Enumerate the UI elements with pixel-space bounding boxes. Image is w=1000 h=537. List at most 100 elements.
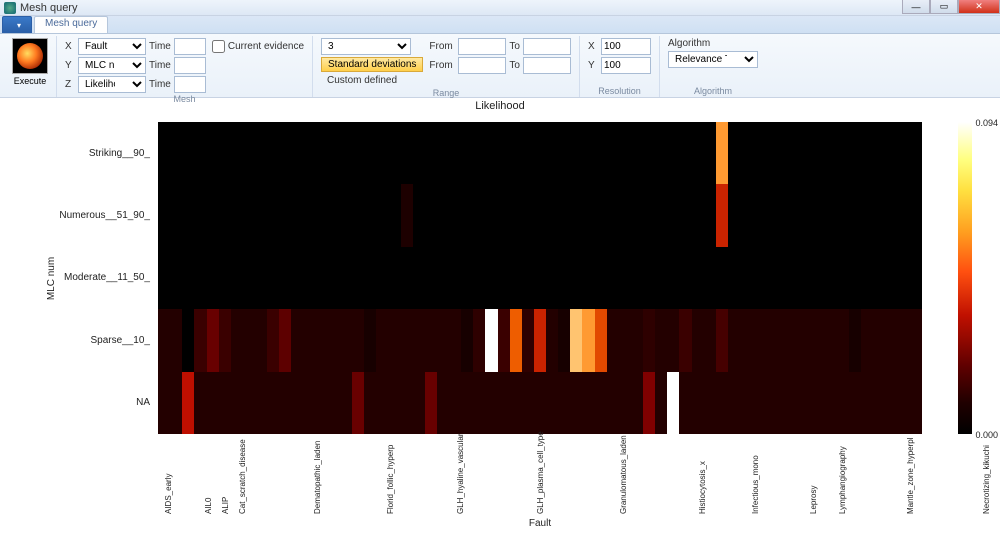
mesh-z-select[interactable]: Likelihood	[78, 76, 146, 93]
algorithm-select[interactable]: Relevance Tree	[668, 51, 758, 68]
heatmap-cell	[776, 184, 788, 246]
heatmap-cell	[643, 122, 655, 184]
heatmap-cell	[328, 309, 340, 371]
heatmap-cell	[825, 309, 837, 371]
y-tick: Numerous__51_90_	[0, 210, 156, 221]
x-tick: Infectious_mono	[751, 455, 760, 514]
x-tick: Florid_follic_hyperp	[386, 445, 395, 514]
heatmap-cell	[898, 122, 910, 184]
mesh-z-time-input[interactable]	[174, 76, 206, 93]
x-tick: Mantle_zone_hyperpl	[906, 438, 915, 515]
heatmap-cell	[267, 122, 279, 184]
heatmap-cell	[789, 372, 801, 434]
execute-label: Execute	[14, 76, 47, 86]
heatmap-cell	[849, 309, 861, 371]
heatmap-cell	[279, 309, 291, 371]
heatmap-cell	[304, 372, 316, 434]
heatmap-cell	[207, 122, 219, 184]
heatmap-cell	[304, 247, 316, 309]
heatmap-cell	[728, 247, 740, 309]
heatmap-cell	[158, 247, 170, 309]
heatmap-cell	[437, 184, 449, 246]
maximize-button[interactable]: ▭	[930, 0, 958, 14]
heatmap-cell	[813, 372, 825, 434]
heatmap-cell	[801, 122, 813, 184]
mesh-z-label: Z	[65, 79, 75, 90]
res-x-input[interactable]	[601, 38, 651, 55]
mesh-y-time-input[interactable]	[174, 57, 206, 74]
heatmap-cell	[522, 372, 534, 434]
current-evidence-checkbox[interactable]: Current evidence	[212, 40, 304, 53]
mesh-x-time-input[interactable]	[174, 38, 206, 55]
mesh-y-select[interactable]: MLC num	[78, 57, 146, 74]
x-tick: GLH_plasma_cell_type	[536, 431, 545, 514]
current-evidence-input[interactable]	[212, 40, 225, 53]
heatmap-cell	[764, 122, 776, 184]
heatmap-cell	[898, 309, 910, 371]
heatmap-cell	[485, 184, 497, 246]
heatmap-cell	[364, 372, 376, 434]
heatmap-cell	[595, 247, 607, 309]
mesh-x-select[interactable]: Fault	[78, 38, 146, 55]
heatmap-cell	[425, 247, 437, 309]
heatmap-cell	[352, 372, 364, 434]
heatmap-cell	[655, 184, 667, 246]
res-y-input[interactable]	[601, 57, 651, 74]
range-sd-select[interactable]: 3	[321, 38, 411, 55]
heatmap-cell	[243, 372, 255, 434]
execute-icon[interactable]	[12, 38, 48, 74]
heatmap-cell	[813, 309, 825, 371]
heatmap-cell	[570, 184, 582, 246]
heatmap-cell	[595, 184, 607, 246]
heatmap-cell	[728, 372, 740, 434]
range-to-2-input[interactable]	[523, 57, 571, 74]
heatmap-cell	[570, 372, 582, 434]
heatmap-cell	[752, 184, 764, 246]
heatmap-cell	[316, 372, 328, 434]
range-custom-button[interactable]: Custom defined	[321, 74, 423, 87]
heatmap-cell	[776, 372, 788, 434]
minimize-button[interactable]: —	[902, 0, 930, 14]
heatmap-cell	[534, 122, 546, 184]
heatmap-cell	[716, 372, 728, 434]
heatmap-cell	[873, 184, 885, 246]
file-menu-button[interactable]	[2, 16, 32, 33]
heatmap-cell	[340, 184, 352, 246]
range-to-1-input[interactable]	[523, 38, 571, 55]
close-button[interactable]: ✕	[958, 0, 1000, 14]
range-from-1-input[interactable]	[458, 38, 506, 55]
heatmap-cell	[255, 122, 267, 184]
x-tick: Leprosy	[809, 486, 818, 514]
heatmap-cell	[279, 184, 291, 246]
heatmap-cell	[607, 122, 619, 184]
heatmap-cell	[401, 122, 413, 184]
heatmap-cell	[740, 372, 752, 434]
colorbar-max: 0.094	[975, 118, 998, 128]
heatmap-cell	[207, 309, 219, 371]
heatmap-cell	[873, 309, 885, 371]
heatmap-cell	[679, 309, 691, 371]
heatmap-cell	[401, 184, 413, 246]
heatmap-cell	[461, 122, 473, 184]
heatmap-cell	[886, 309, 898, 371]
tab-mesh-query[interactable]: Mesh query	[34, 16, 108, 33]
heatmap-cell	[655, 372, 667, 434]
heatmap-cell	[255, 184, 267, 246]
heatmap-cell	[316, 184, 328, 246]
heatmap-cell	[837, 372, 849, 434]
heatmap-cell	[413, 309, 425, 371]
heatmap-cell	[595, 309, 607, 371]
range-sd-button[interactable]: Standard deviations	[321, 57, 423, 72]
heatmap-cell	[170, 184, 182, 246]
heatmap-cell	[376, 247, 388, 309]
heatmap-cell	[449, 122, 461, 184]
heatmap-cell	[255, 372, 267, 434]
range-from-2-input[interactable]	[458, 57, 506, 74]
heatmap-cell	[582, 372, 594, 434]
heatmap-cell	[837, 309, 849, 371]
heatmap-cell	[304, 122, 316, 184]
heatmap-cell	[837, 122, 849, 184]
heatmap-cell	[813, 122, 825, 184]
ribbon: Execute X Fault Time Y MLC num Time	[0, 34, 1000, 98]
heatmap-cell	[558, 372, 570, 434]
